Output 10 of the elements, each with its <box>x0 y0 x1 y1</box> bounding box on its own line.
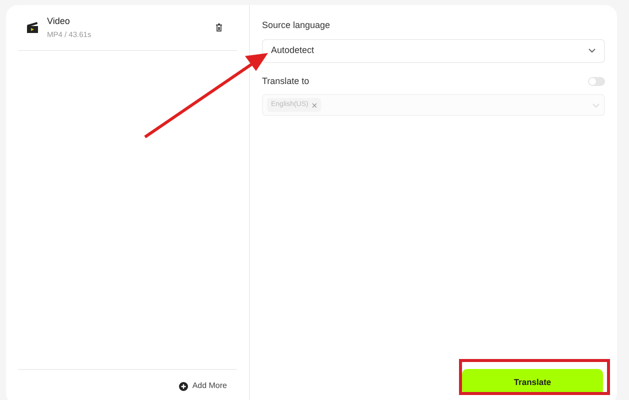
chevron-down-icon <box>588 48 596 53</box>
field-label: Source language <box>262 19 332 32</box>
field-label: Translate to <box>262 74 310 88</box>
plus-circle-icon <box>179 382 188 390</box>
source-language-dropdown[interactable]: Autodetect <box>262 38 605 62</box>
trash-icon[interactable] <box>215 23 223 32</box>
clapperboard-icon <box>26 21 39 34</box>
chevron-down-icon <box>592 102 600 108</box>
add-more-link[interactable]: Add More <box>179 380 227 392</box>
file-name: Video <box>47 15 71 28</box>
